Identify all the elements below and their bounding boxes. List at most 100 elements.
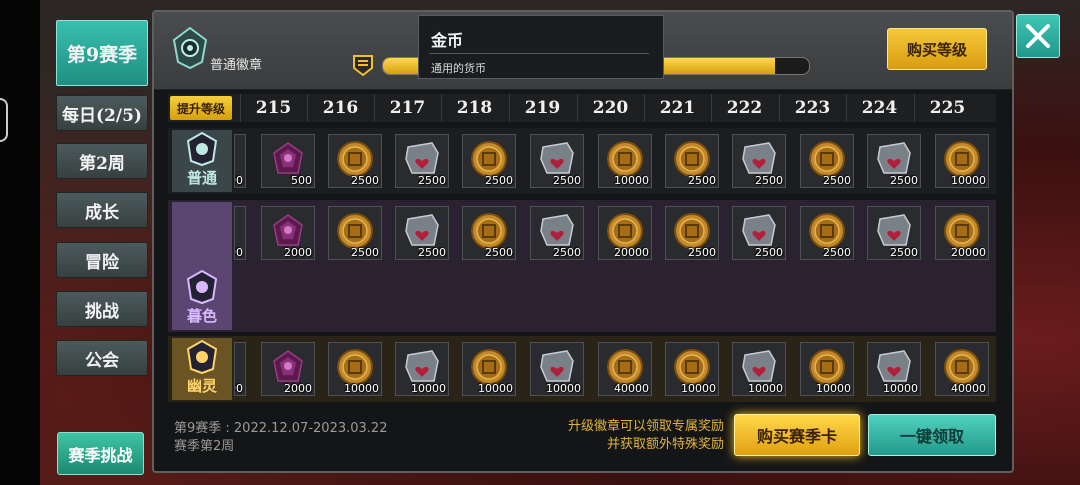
panel-header: 普通徽章 金币 通用的货币 购买等级 — [154, 12, 1012, 90]
season-dates: 第9赛季 : 2022.12.07-2023.03.22 — [174, 421, 388, 436]
reward-quantity: 2500 — [553, 246, 581, 259]
reward-cell[interactable]: 10000 — [530, 342, 584, 396]
tab-4[interactable]: 冒险 — [56, 242, 148, 278]
tab-5[interactable]: 挑战 — [56, 291, 148, 327]
reward-quantity: 2500 — [890, 246, 918, 259]
battle-pass-panel: 普通徽章 金币 通用的货币 购买等级 提升等级 215 216 217 218 219 2… — [152, 10, 1014, 473]
tier-name: 暮色 — [186, 307, 217, 325]
level-number: 219 — [509, 94, 575, 122]
reward-cell[interactable]: 10000 — [732, 342, 786, 396]
reward-cell[interactable]: 2500 — [800, 134, 854, 188]
level-badge-icon — [353, 55, 373, 77]
upgrade-promo-text: 升级徽章可以领取专属奖励 并获取额外特殊奖励 — [568, 418, 724, 454]
reward-quantity: 2500 — [755, 174, 783, 187]
reward-cell[interactable]: 2500 — [530, 206, 584, 260]
reward-cell[interactable]: 2500 — [732, 206, 786, 260]
reward-cell[interactable]: 500 — [261, 134, 315, 188]
reward-cell[interactable]: 10000 — [598, 134, 652, 188]
reward-cell[interactable]: 40000 — [935, 342, 989, 396]
reward-cell[interactable]: 2500 — [867, 206, 921, 260]
reward-cell[interactable]: 2500 — [665, 206, 719, 260]
reward-cell[interactable]: 2000 — [261, 342, 315, 396]
tier-badge-icon — [186, 339, 218, 375]
reward-cell[interactable]: 2500 — [867, 134, 921, 188]
reward-cell[interactable]: 2500 — [395, 206, 449, 260]
badge-title: 普通徽章 — [210, 58, 263, 73]
reward-cell-partial[interactable]: 00 — [234, 342, 246, 396]
normal-badge-icon — [172, 26, 208, 70]
reward-quantity: 00 — [235, 174, 243, 187]
side-handle[interactable] — [0, 98, 8, 142]
level-number: 222 — [711, 94, 777, 122]
close-button[interactable] — [1016, 14, 1060, 58]
level-number: 220 — [577, 94, 643, 122]
reward-quantity: 500 — [291, 174, 312, 187]
reward-cell[interactable]: 2500 — [462, 206, 516, 260]
reward-cell[interactable]: 10000 — [800, 342, 854, 396]
reward-quantity: 00 — [235, 246, 243, 259]
upgrade-level-button[interactable]: 提升等级 — [170, 96, 232, 120]
reward-cell[interactable]: 10000 — [665, 342, 719, 396]
reward-cell[interactable]: 2000 — [261, 206, 315, 260]
item-tooltip: 金币 通用的货币 — [418, 15, 664, 79]
reward-cell[interactable]: 20000 — [935, 206, 989, 260]
claim-all-button[interactable]: 一键领取 — [868, 414, 996, 456]
reward-quantity: 2500 — [823, 174, 851, 187]
close-icon — [1026, 24, 1050, 48]
reward-quantity: 10000 — [883, 382, 918, 395]
reward-quantity: 20000 — [951, 246, 986, 259]
tier-name: 幽灵 — [186, 377, 217, 395]
reward-quantity: 40000 — [951, 382, 986, 395]
reward-quantity: 10000 — [478, 382, 513, 395]
reward-quantity: 40000 — [614, 382, 649, 395]
reward-cell-partial[interactable]: 00 — [234, 206, 246, 260]
reward-quantity: 10000 — [344, 382, 379, 395]
level-number: 215 — [240, 94, 306, 122]
level-number: 218 — [441, 94, 507, 122]
tab-0[interactable]: 第9赛季 — [56, 20, 148, 86]
reward-cell[interactable]: 2500 — [328, 206, 382, 260]
reward-quantity: 00 — [235, 382, 243, 395]
tab-1[interactable]: 每日(2/5) — [56, 95, 148, 131]
reward-cell[interactable]: 2500 — [732, 134, 786, 188]
reward-quantity: 2500 — [755, 246, 783, 259]
reward-quantity: 10000 — [951, 174, 986, 187]
reward-cell[interactable]: 20000 — [598, 206, 652, 260]
screen-edge — [0, 0, 40, 485]
level-number: 224 — [846, 94, 912, 122]
reward-cell[interactable]: 10000 — [395, 342, 449, 396]
reward-cell[interactable]: 10000 — [867, 342, 921, 396]
reward-quantity: 10000 — [546, 382, 581, 395]
reward-cell[interactable]: 2500 — [395, 134, 449, 188]
reward-cell[interactable]: 10000 — [328, 342, 382, 396]
level-number: 225 — [914, 94, 980, 122]
reward-quantity: 10000 — [816, 382, 851, 395]
reward-cell[interactable]: 2500 — [462, 134, 516, 188]
reward-quantity: 10000 — [411, 382, 446, 395]
tab-3[interactable]: 成长 — [56, 192, 148, 228]
buy-season-card-button[interactable]: 购买赛季卡 — [734, 414, 860, 456]
reward-quantity: 2500 — [485, 246, 513, 259]
tier-name: 普通 — [186, 169, 217, 187]
reward-quantity: 2500 — [418, 174, 446, 187]
season-info: 第9赛季 : 2022.12.07-2023.03.22 赛季第2周 — [174, 420, 387, 456]
tooltip-title: 金币 — [431, 31, 464, 50]
reward-cell[interactable]: 2500 — [665, 134, 719, 188]
reward-cell[interactable]: 10000 — [935, 134, 989, 188]
level-number: 223 — [779, 94, 845, 122]
reward-cell-partial[interactable]: 00 — [234, 134, 246, 188]
tier-badge-icon — [186, 269, 218, 305]
tab-6[interactable]: 公会 — [56, 340, 148, 376]
reward-cell[interactable]: 2500 — [800, 206, 854, 260]
tab-2[interactable]: 第2周 — [56, 143, 148, 179]
level-number: 216 — [307, 94, 373, 122]
season-challenge-button[interactable]: 赛季挑战 — [57, 432, 144, 475]
reward-cell[interactable]: 40000 — [598, 342, 652, 396]
buy-level-button[interactable]: 购买等级 — [887, 28, 987, 70]
reward-cell[interactable]: 10000 — [462, 342, 516, 396]
tier-label-normal: 普通 — [172, 130, 232, 192]
reward-cell[interactable]: 2500 — [530, 134, 584, 188]
reward-quantity: 2500 — [688, 174, 716, 187]
reward-quantity: 20000 — [614, 246, 649, 259]
reward-cell[interactable]: 2500 — [328, 134, 382, 188]
